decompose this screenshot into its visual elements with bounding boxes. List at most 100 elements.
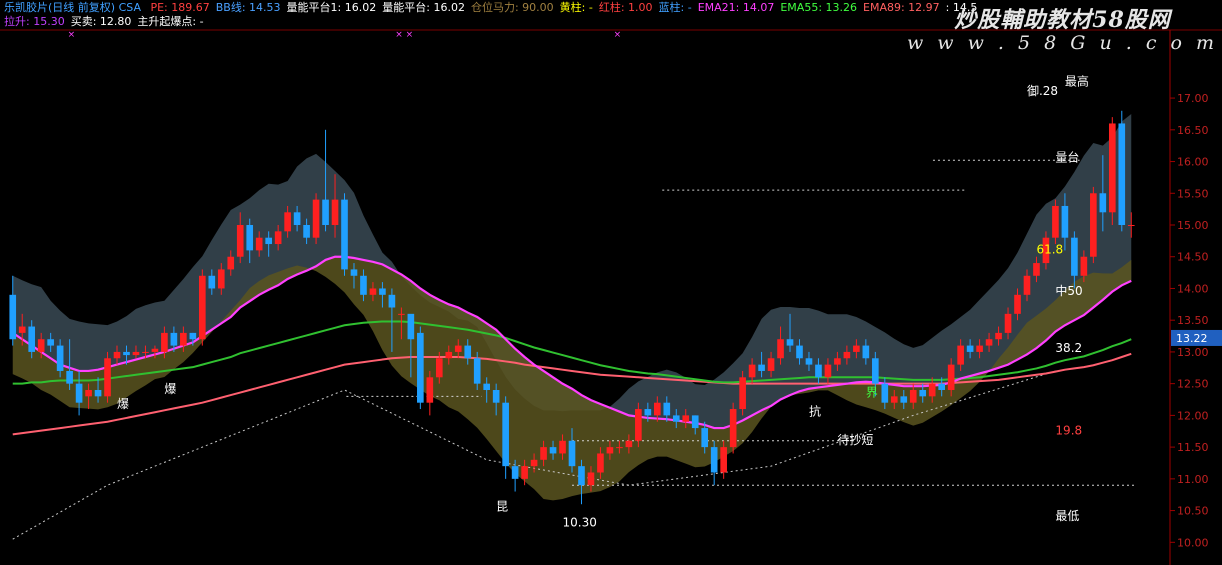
candle-body (663, 402, 671, 416)
candle-body (284, 212, 291, 232)
candle-body (37, 339, 45, 352)
candle-body (56, 345, 64, 371)
candle-body (653, 402, 661, 416)
candle-body (398, 313, 405, 315)
candle-body (644, 409, 652, 416)
current-price-text: 13.22 (1176, 332, 1208, 345)
candle-body (1127, 225, 1135, 226)
candle-body (47, 339, 54, 346)
candle-body (862, 345, 870, 359)
candle-body (957, 345, 964, 365)
candle-body (824, 364, 832, 378)
candle-body (843, 351, 851, 359)
candle-body (616, 447, 623, 449)
candle-body (947, 364, 955, 390)
y-tick-label: 16.50 (1177, 124, 1209, 137)
candle-body (132, 351, 140, 356)
candle-body (189, 332, 197, 340)
candle-body (568, 440, 576, 467)
candle-body (881, 383, 889, 403)
signal-marker: × (68, 30, 76, 40)
candle-body (473, 358, 481, 384)
candle-body (322, 199, 329, 225)
candle-body (94, 390, 102, 397)
candle-body (28, 326, 36, 352)
y-tick-label: 13.00 (1177, 346, 1209, 359)
candle-body (161, 332, 168, 352)
candle-body (767, 358, 775, 371)
y-tick-label: 16.00 (1177, 156, 1209, 169)
y-tick-label: 13.50 (1177, 314, 1209, 327)
candle-body (995, 332, 1002, 340)
candle-body (739, 377, 746, 410)
candle-body (464, 345, 472, 359)
candle-body (445, 351, 453, 359)
candle-body (1014, 294, 1021, 314)
candle-body (350, 269, 358, 276)
candle-body (777, 339, 784, 359)
annotation-label: 量台 (1055, 150, 1079, 165)
candle-body (265, 237, 272, 245)
annotation-label: 界 (866, 385, 878, 399)
candle-body (919, 390, 927, 397)
y-tick-label: 15.00 (1177, 219, 1209, 232)
candle-body (890, 396, 898, 403)
candle-body (483, 383, 491, 390)
candle-body (872, 358, 879, 384)
candle-body (853, 345, 860, 352)
candlestick-chart[interactable]: 乐凯胶片(日线 前复权) CSA PE: 189.67 BB线: 14.53 量能平… (0, 0, 1222, 565)
candle-body (796, 345, 803, 359)
candle-body (492, 390, 500, 403)
candle-body (113, 351, 121, 359)
y-tick-label: 12.00 (1177, 409, 1209, 422)
candle-body (369, 288, 377, 295)
candle-body (635, 409, 642, 441)
candle-body (454, 345, 462, 352)
candle-body (502, 402, 509, 467)
candle-body (142, 351, 149, 353)
candle-body (379, 288, 386, 295)
price-plot[interactable]: 10.00 10.50 11.00 11.50 12.00 12.50 13.00 13.50… (0, 0, 1222, 565)
candle-body (255, 237, 263, 251)
candle-body (274, 231, 282, 245)
candle-body (758, 364, 765, 371)
candle-body (388, 294, 396, 308)
candle-body (236, 225, 244, 257)
candle-body (701, 428, 709, 448)
signal-marker: × (406, 30, 414, 40)
candle-body (597, 453, 604, 473)
candle-body (227, 256, 235, 270)
annotation-label: 抗 (809, 403, 821, 418)
y-tick-label: 14.50 (1177, 251, 1209, 264)
y-tick-label: 10.00 (1177, 536, 1209, 549)
candle-body (18, 326, 26, 333)
annotation-label: 19.8 (1055, 423, 1082, 437)
candle-body (1108, 123, 1116, 213)
y-tick-label: 10.50 (1177, 505, 1209, 518)
candle-body (938, 383, 945, 390)
candle-body (985, 339, 993, 346)
candle-body (511, 466, 519, 479)
annotation-label: 10.30 (563, 515, 597, 529)
annotation-label: 爆 (164, 382, 176, 396)
candle-body (75, 383, 83, 403)
signal-marker: × (614, 30, 622, 40)
y-tick-label: 15.50 (1177, 187, 1209, 200)
annotation-label: 御.28 (1027, 83, 1058, 98)
candle-body (834, 358, 841, 365)
candle-body (1004, 313, 1012, 333)
candle-body (606, 447, 614, 454)
candle-body (1118, 123, 1126, 225)
candle-body (1080, 256, 1088, 276)
candle-body (293, 212, 301, 225)
candle-body (710, 447, 718, 473)
candle-body (900, 396, 908, 403)
candle-body (691, 415, 699, 429)
candle-body (66, 370, 73, 384)
candle-body (217, 269, 225, 289)
annotation-label: 最高 (1065, 73, 1089, 88)
y-tick-label: 17.00 (1177, 92, 1209, 105)
candle-body (1090, 193, 1097, 257)
candle-body (559, 440, 566, 454)
candle-body (435, 358, 443, 378)
